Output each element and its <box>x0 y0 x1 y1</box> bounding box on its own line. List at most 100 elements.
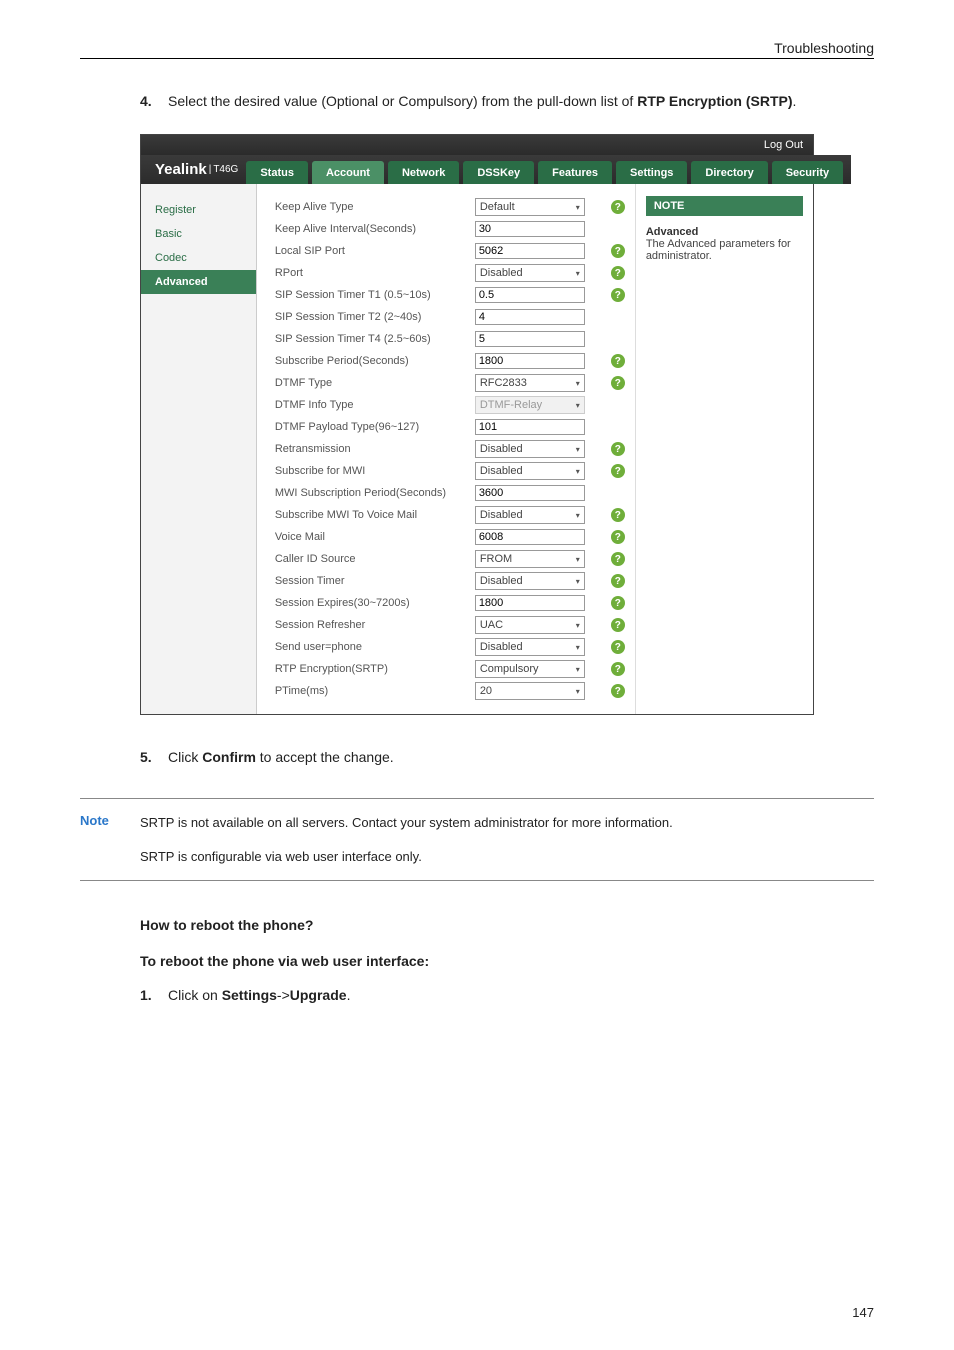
form-label: DTMF Payload Type(96~127) <box>275 421 475 433</box>
select-value: RFC2833 <box>480 377 527 389</box>
text-input[interactable] <box>475 529 585 545</box>
form-value: Disabled▾ <box>475 572 605 590</box>
select-value: UAC <box>480 619 503 631</box>
form-value: Compulsory ▾ <box>475 660 605 678</box>
text-input[interactable] <box>475 419 585 435</box>
sidebar-item-advanced[interactable]: Advanced <box>141 270 256 294</box>
select[interactable]: UAC▾ <box>475 616 585 634</box>
tab-settings[interactable]: Settings <box>616 161 687 184</box>
form-area: Keep Alive TypeDefault▾?Keep Alive Inter… <box>257 184 635 714</box>
help-icon[interactable]: ? <box>611 244 625 258</box>
form-value <box>475 287 605 303</box>
text-input[interactable] <box>475 243 585 259</box>
select[interactable]: Disabled▾ <box>475 440 585 458</box>
select[interactable]: Compulsory ▾ <box>475 660 585 678</box>
form-row: Local SIP Port? <box>275 240 625 262</box>
note-body: Advanced The Advanced parameters for adm… <box>646 226 803 262</box>
form-value: Disabled▾ <box>475 506 605 524</box>
form-label: SIP Session Timer T1 (0.5~10s) <box>275 289 475 301</box>
help-icon[interactable]: ? <box>611 596 625 610</box>
text-input[interactable] <box>475 353 585 369</box>
screenshot: Log Out Yealink | T46G StatusAccountNetw… <box>140 134 814 715</box>
form-row: RTP Encryption(SRTP)Compulsory▾? <box>275 658 625 680</box>
text-input[interactable] <box>475 309 585 325</box>
select[interactable]: Disabled ▾ <box>475 462 585 480</box>
form-row: Subscribe MWI To Voice MailDisabled▾? <box>275 504 625 526</box>
help-icon[interactable]: ? <box>611 464 625 478</box>
step-4-text-prefix: Select the desired value (Optional or Co… <box>168 93 637 109</box>
sidebar: RegisterBasicCodecAdvanced <box>141 184 257 714</box>
tab-features[interactable]: Features <box>538 161 612 184</box>
select[interactable]: FROM▾ <box>475 550 585 568</box>
chevron-down-icon: ▾ <box>576 467 580 476</box>
tab-security[interactable]: Security <box>772 161 843 184</box>
help-icon[interactable]: ? <box>611 266 625 280</box>
help-icon[interactable]: ? <box>611 508 625 522</box>
select[interactable]: RFC2833▾ <box>475 374 585 392</box>
form-row: Caller ID SourceFROM▾? <box>275 548 625 570</box>
select[interactable]: Disabled▾ <box>475 638 585 656</box>
step-4-suffix: . <box>793 93 797 109</box>
select[interactable]: Disabled▾ <box>475 506 585 524</box>
help-icon[interactable]: ? <box>611 574 625 588</box>
form-row: Session Expires(30~7200s)? <box>275 592 625 614</box>
help-icon[interactable]: ? <box>611 552 625 566</box>
text-input[interactable] <box>475 595 585 611</box>
help-icon[interactable]: ? <box>611 200 625 214</box>
note-callout-label: Note <box>80 813 140 866</box>
help-icon[interactable]: ? <box>611 530 625 544</box>
form-value: DTMF-Relay▾ <box>475 396 605 414</box>
step-5: 5. Click Confirm to accept the change. <box>140 745 874 770</box>
select[interactable]: 20▾ <box>475 682 585 700</box>
help-icon[interactable]: ? <box>611 354 625 368</box>
sidebar-item-basic[interactable]: Basic <box>141 222 256 246</box>
form-value: Disabled▾ <box>475 440 605 458</box>
tab-directory[interactable]: Directory <box>691 161 767 184</box>
help-icon[interactable]: ? <box>611 288 625 302</box>
select[interactable]: Disabled▾ <box>475 572 585 590</box>
tab-account[interactable]: Account <box>312 161 384 184</box>
help-icon[interactable]: ? <box>611 684 625 698</box>
help-icon[interactable]: ? <box>611 618 625 632</box>
form-label: SIP Session Timer T4 (2.5~60s) <box>275 333 475 345</box>
text-input[interactable] <box>475 485 585 501</box>
brand-model: | <box>209 164 212 175</box>
text-input[interactable] <box>475 221 585 237</box>
form-label: Send user=phone <box>275 641 475 653</box>
step-4: 4. Select the desired value (Optional or… <box>140 89 874 114</box>
text-input[interactable] <box>475 287 585 303</box>
chevron-down-icon: ▾ <box>576 643 580 652</box>
help-icon[interactable]: ? <box>611 442 625 456</box>
form-value <box>475 309 605 325</box>
tab-network[interactable]: Network <box>388 161 459 184</box>
form-label: Keep Alive Type <box>275 201 475 213</box>
form-row: RetransmissionDisabled▾? <box>275 438 625 460</box>
text-input[interactable] <box>475 331 585 347</box>
select-value: Compulsory <box>480 663 539 675</box>
form-label: DTMF Info Type <box>275 399 475 411</box>
sidebar-item-codec[interactable]: Codec <box>141 246 256 270</box>
note-callout-p1: SRTP is not available on all servers. Co… <box>140 813 874 833</box>
help-icon[interactable]: ? <box>611 640 625 654</box>
help-icon[interactable]: ? <box>611 662 625 676</box>
note-head: NOTE <box>646 196 803 216</box>
form-label: Session Timer <box>275 575 475 587</box>
tab-status[interactable]: Status <box>246 161 308 184</box>
form-value <box>475 595 605 611</box>
chevron-down-icon: ▾ <box>576 203 580 212</box>
logout-link[interactable]: Log Out <box>764 139 803 151</box>
step-1-body: Click on Settings->Upgrade. <box>168 983 874 1008</box>
chevron-down-icon: ▾ <box>576 401 580 410</box>
tab-dsskey[interactable]: DSSKey <box>463 161 534 184</box>
brand: Yealink | T46G <box>141 155 238 184</box>
form-value <box>475 485 605 501</box>
help-icon[interactable]: ? <box>611 376 625 390</box>
chevron-down-icon: ▾ <box>576 665 580 674</box>
sidebar-item-register[interactable]: Register <box>141 198 256 222</box>
select[interactable]: Disabled▾ <box>475 264 585 282</box>
select-value: Disabled <box>480 465 523 477</box>
select[interactable]: Default▾ <box>475 198 585 216</box>
select-value: Disabled <box>480 267 523 279</box>
form-label: DTMF Type <box>275 377 475 389</box>
form-value: 20▾ <box>475 682 605 700</box>
